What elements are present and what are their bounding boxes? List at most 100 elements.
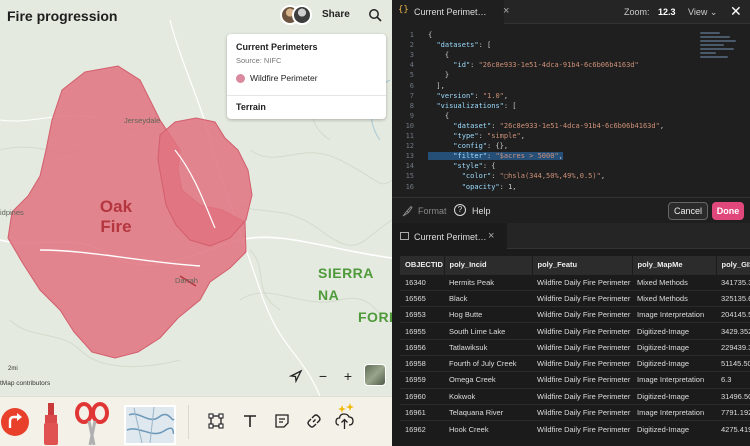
code-text: ], (428, 81, 445, 90)
close-icon[interactable]: × (488, 230, 494, 242)
help-button[interactable]: Help (472, 206, 491, 216)
fire-name-label: Oak Fire (99, 197, 133, 236)
column-header[interactable]: OBJECTID (400, 256, 445, 274)
table-cell: 16959 (400, 371, 444, 389)
table-row[interactable]: 16955 South Lime Lake Wildfire Daily Fire … (400, 322, 750, 340)
table-cell: Wildfire Daily Fire Perimeter (532, 273, 632, 291)
table-row[interactable]: 16340 Hermits Peak Wildfire Daily Fire Per… (400, 273, 750, 291)
column-header[interactable]: poly_GISA (716, 256, 750, 274)
data-table: OBJECTID poly_Incid poly_Featu poly_MapMe po… (400, 256, 750, 437)
toolbar-divider (188, 405, 189, 439)
table-cell: 3429.352 (716, 322, 750, 340)
tab-label: Current Perimet… (414, 7, 487, 17)
table-cell: Hook Creek (444, 420, 532, 437)
table-cell: Wildfire Daily Fire Perimeter (532, 338, 632, 356)
tab-label: Current Perimet… (414, 232, 487, 242)
code-minimap[interactable] (700, 30, 742, 70)
legend-swatch (236, 74, 245, 83)
legend-divider (227, 95, 386, 96)
code-text: "datasets": [ (436, 41, 492, 50)
table-cell: Digitized-Image (632, 420, 716, 437)
zoom-in-button[interactable]: + (340, 368, 356, 384)
close-icon[interactable]: × (503, 5, 509, 17)
table-cell: Wildfire Daily Fire Perimeter (532, 322, 632, 340)
map-sticker-icon[interactable] (124, 405, 176, 445)
note-icon[interactable] (274, 413, 290, 429)
table-row[interactable]: 16956 Tatlawiksuk Wildfire Daily Fire Peri… (400, 338, 750, 356)
table-row[interactable]: 16565 Black Wildfire Daily Fire Perimeter M… (400, 289, 750, 307)
avatar[interactable] (292, 5, 312, 25)
table-cell: Fourth of July Creek (444, 354, 532, 372)
table-cell: 16955 (400, 322, 444, 340)
table-row[interactable]: 16953 Hog Butte Wildfire Daily Fire Perime… (400, 306, 750, 323)
link-icon[interactable] (306, 413, 322, 429)
code-text: { (428, 51, 450, 60)
locate-icon[interactable] (288, 368, 304, 384)
close-panel-icon[interactable]: ✕ (730, 3, 742, 20)
table-row[interactable]: 16961 Telaquana River Wildfire Daily Fire … (400, 403, 750, 421)
table-cell: 229439.3 (716, 338, 750, 356)
cancel-button[interactable]: Cancel (668, 202, 708, 220)
tab-current-perimeters-code[interactable]: {} Current Perimet… × (392, 0, 509, 24)
code-text: "config": {}, (453, 142, 509, 151)
table-cell: Image Interpretation (632, 403, 716, 421)
collaborator-avatars[interactable] (280, 5, 314, 27)
place-label: Jerseydale (124, 116, 161, 125)
table-cell: 16960 (400, 387, 444, 405)
column-header[interactable]: poly_Incid (444, 256, 533, 274)
basemap-toggle[interactable] (364, 364, 386, 386)
code-text: "style": { (453, 162, 496, 171)
code-area[interactable]: 1{2 "datasets": [3 {4 "id": "26c8e933-1e… (392, 30, 750, 192)
table-cell: Digitized-Image (632, 322, 716, 340)
help-icon[interactable]: ? (454, 204, 466, 216)
table-cell: Image Interpretation (632, 306, 716, 323)
map-header: Fire progression Share (0, 0, 392, 32)
text-icon[interactable] (242, 413, 258, 429)
table-cell: Wildfire Daily Fire Perimeter (532, 354, 632, 372)
zoom-label: Zoom: (624, 7, 650, 17)
table-cell: 31496.50 (716, 387, 750, 405)
legend-item-wildfire[interactable]: Wildfire Perimeter (250, 73, 318, 83)
code-text: "version": "1.0", (436, 91, 509, 100)
table-row[interactable]: 16962 Hook Creek Wildfire Daily Fire Perim… (400, 420, 750, 437)
map-canvas[interactable]: Fire progression Share Current Perimeter… (0, 0, 392, 396)
table-cell: Mixed Methods (632, 289, 716, 307)
table-cell: 4275.419 (716, 420, 750, 437)
done-button[interactable]: Done (712, 202, 744, 220)
column-header[interactable]: poly_MapMe (632, 256, 717, 274)
code-text: "opacity": 1, (461, 182, 517, 191)
table-cell: 7791.192 (716, 403, 750, 421)
tab-current-perimeters-table[interactable]: Current Perimet… × (392, 223, 507, 249)
table-row[interactable]: 16959 Omega Creek Wildfire Daily Fire Peri… (400, 371, 750, 389)
legend-terrain-layer[interactable]: Terrain (236, 102, 266, 112)
zoom-out-button[interactable]: − (315, 368, 331, 384)
table-cell: Wildfire Daily Fire Perimeter (532, 371, 632, 389)
scissors-icon[interactable] (74, 401, 110, 445)
table-cell: 16962 (400, 420, 444, 437)
table-cell: Black (444, 289, 532, 307)
view-dropdown[interactable]: View ⌄ (688, 7, 717, 18)
map-attribution[interactable]: tMap contributors (0, 380, 50, 387)
table-row[interactable]: 16960 Kokwok Wildfire Daily Fire Perimeter… (400, 387, 750, 405)
table-cell: 325135.6 (716, 289, 750, 307)
table-cell: Wildfire Daily Fire Perimeter (532, 306, 632, 323)
column-header[interactable]: poly_Featu (532, 256, 633, 274)
legend-panel: Current Perimeters Source: NIFC Wildfire… (227, 34, 386, 119)
format-button[interactable]: Format (418, 206, 447, 216)
table-cell: Wildfire Daily Fire Perimeter (532, 289, 632, 307)
table-row[interactable]: 16958 Fourth of July Creek Wildfire Daily … (400, 354, 750, 372)
code-text: } (428, 71, 450, 80)
code-text: { (428, 31, 433, 39)
bounding-box-icon[interactable] (208, 413, 224, 429)
upload-sparkle-icon[interactable] (334, 403, 358, 431)
code-line[interactable]: 16 "opacity": 1, (392, 182, 692, 193)
arrow-turn-icon[interactable] (0, 407, 30, 437)
view-label: View (688, 7, 708, 17)
table-cell: Mixed Methods (632, 273, 716, 291)
bottom-toolbar (0, 396, 392, 446)
marker-icon[interactable] (40, 401, 62, 445)
table-cell: Telaquana River (444, 403, 532, 421)
format-brush-icon[interactable] (401, 205, 413, 217)
search-icon[interactable] (368, 8, 382, 22)
share-button[interactable]: Share (322, 9, 350, 20)
